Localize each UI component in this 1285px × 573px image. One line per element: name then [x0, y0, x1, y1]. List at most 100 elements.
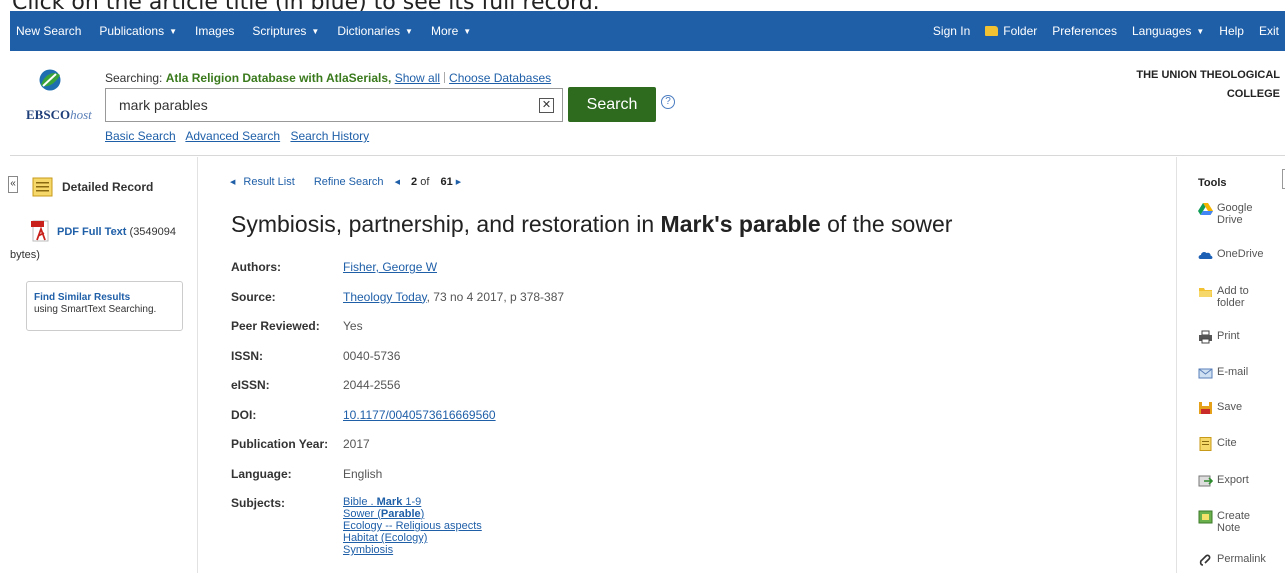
nav-more[interactable]: More ▼ [431, 24, 471, 38]
tool-export[interactable]: Export [1198, 474, 1249, 488]
subject-link[interactable]: Bible . Mark 1-9 [343, 496, 482, 508]
nav-sign-in[interactable]: Sign In [933, 24, 970, 38]
tool-cite[interactable]: Cite [1198, 437, 1237, 451]
left-rail: « Detailed Record PDF Full Text (3549094… [8, 157, 198, 573]
tool-label: Google [1217, 202, 1253, 214]
search-input[interactable]: mark parables ✕ [105, 88, 563, 122]
onedrive-icon [1198, 251, 1213, 259]
subjects-list: Bible . Mark 1-9 Sower (Parable) Ecology… [343, 496, 482, 556]
nav-folder-label: Folder [1003, 24, 1038, 38]
tool-print[interactable]: Print [1198, 330, 1240, 344]
tool-save[interactable]: Save [1198, 401, 1242, 415]
nav-help[interactable]: Help [1219, 24, 1244, 38]
cite-icon [1199, 437, 1212, 451]
subject-link[interactable]: Symbiosis [343, 544, 482, 556]
tool-label: Drive [1217, 214, 1243, 226]
tool-add-to-folder[interactable]: Add to folder [1198, 285, 1249, 309]
result-list-link[interactable]: ◀ Result List [230, 176, 303, 188]
nav-publications[interactable]: Publications ▼ [99, 24, 177, 38]
result-counter: ◀ 2 of 61 ▶ [395, 176, 470, 188]
tool-label: E-mail [1217, 366, 1249, 378]
tool-onedrive[interactable]: OneDrive [1198, 248, 1263, 262]
nav-images[interactable]: Images [195, 24, 234, 38]
journal-link[interactable]: Theology Today [343, 290, 427, 304]
tool-label: OneDrive [1217, 248, 1264, 260]
nav-scriptures[interactable]: Scriptures ▼ [252, 24, 319, 38]
nav-languages-label: Languages [1131, 24, 1192, 38]
triangle-left-icon: ◀ [230, 179, 236, 186]
top-nav-right: Sign In Folder Preferences Languages ▼ He… [918, 24, 1279, 38]
subject-link[interactable]: Ecology -- Religious aspects [343, 520, 482, 532]
database-name: Atla Religion Database with AtlaSerials, [165, 71, 392, 85]
pdf-size-start: (3549094 [129, 226, 177, 238]
subject-text: 1-9 [402, 496, 422, 508]
detailed-record-icon [32, 177, 53, 197]
search-button[interactable]: Search [568, 87, 656, 122]
title-part-2: of the sower [820, 211, 953, 237]
subject-highlight: Mark [376, 496, 403, 508]
subject-link[interactable]: Habitat (Ecology) [343, 532, 482, 544]
nav-dictionaries-label: Dictionaries [337, 24, 401, 38]
subject-link[interactable]: Sower (Parable) [343, 508, 482, 520]
link-icon [1199, 554, 1211, 566]
searching-line: Searching: Atla Religion Database with A… [105, 71, 551, 85]
nav-publications-label: Publications [99, 24, 165, 38]
tools-panel: Tools Google Drive OneDrive Add to folder … [1176, 157, 1285, 573]
publication-year-value: 2017 [343, 437, 370, 451]
nav-folder[interactable]: Folder [985, 24, 1037, 38]
tool-label: Add to [1217, 285, 1249, 297]
pdf-full-text-link[interactable]: PDF Full Text (3549094 [31, 220, 176, 242]
field-row-issn: ISSN: 0040-5736 [231, 349, 564, 379]
ebsco-logo-text[interactable]: EBSCOhost [26, 107, 92, 123]
record-main: ◀ Result List Refine Search ◀ 2 of 61 ▶ S… [200, 157, 1175, 573]
tool-google-drive[interactable]: Google Drive [1198, 202, 1252, 226]
find-similar-box[interactable]: Find Similar Results using SmartText Sea… [26, 281, 183, 331]
searching-prefix: Searching: [105, 71, 163, 85]
advanced-search-link[interactable]: Advanced Search [185, 129, 280, 143]
field-row-year: Publication Year: 2017 [231, 437, 564, 467]
record-title: Symbiosis, partnership, and restoration … [231, 211, 952, 238]
caret-down-icon: ▼ [311, 27, 320, 36]
tool-label: Permalink [1217, 553, 1266, 565]
tool-email[interactable]: E-mail [1198, 366, 1248, 380]
language-value: English [343, 466, 383, 481]
choose-databases-link[interactable]: Choose Databases [449, 71, 551, 85]
search-history-link[interactable]: Search History [290, 129, 369, 143]
tool-permalink[interactable]: Permalink [1198, 553, 1266, 567]
basic-search-link[interactable]: Basic Search [105, 129, 176, 143]
search-input-value: mark parables [119, 97, 208, 113]
source-label: Source: [231, 289, 276, 304]
doi-link[interactable]: 10.1177/0040573616669560 [343, 408, 496, 422]
eissn-value: 2044-2556 [343, 378, 401, 392]
institution-line-2: COLLEGE [1226, 88, 1280, 100]
peer-reviewed-value: Yes [343, 319, 363, 333]
collapse-left-icon[interactable]: « [8, 176, 18, 193]
help-icon[interactable]: ? [661, 95, 675, 109]
nav-dictionaries[interactable]: Dictionaries ▼ [337, 24, 413, 38]
detailed-record-item[interactable]: Detailed Record [32, 177, 153, 197]
pdf-full-text-label: PDF Full Text [57, 226, 127, 238]
show-all-link[interactable]: Show all [395, 71, 440, 85]
authors-label: Authors: [231, 260, 281, 274]
caret-down-icon: ▼ [463, 27, 472, 36]
printer-icon [1199, 330, 1212, 344]
publication-year-label: Publication Year: [231, 437, 329, 451]
refine-search-link[interactable]: Refine Search [314, 176, 384, 188]
nav-more-label: More [430, 24, 459, 38]
nav-exit[interactable]: Exit [1259, 24, 1279, 38]
field-row-source: Source: Theology Today, 73 no 4 2017, p … [231, 290, 564, 320]
previous-record-icon[interactable]: ◀ [395, 179, 400, 186]
next-record-icon[interactable]: ▶ [456, 179, 461, 186]
export-icon [1198, 475, 1213, 487]
author-link[interactable]: Fisher, George W [343, 260, 437, 274]
email-icon [1198, 368, 1213, 379]
clear-search-icon[interactable]: ✕ [539, 98, 554, 113]
find-similar-subtitle: using SmartText Searching. [34, 304, 157, 315]
nav-new-search[interactable]: New Search [16, 24, 81, 38]
nav-languages[interactable]: Languages ▼ [1132, 24, 1204, 38]
nav-preferences[interactable]: Preferences [1052, 24, 1117, 38]
issn-value: 0040-5736 [343, 348, 401, 363]
nav-scriptures-label: Scriptures [252, 24, 307, 38]
tool-create-note[interactable]: Create Note [1198, 510, 1250, 534]
subject-text: ) [420, 508, 425, 520]
